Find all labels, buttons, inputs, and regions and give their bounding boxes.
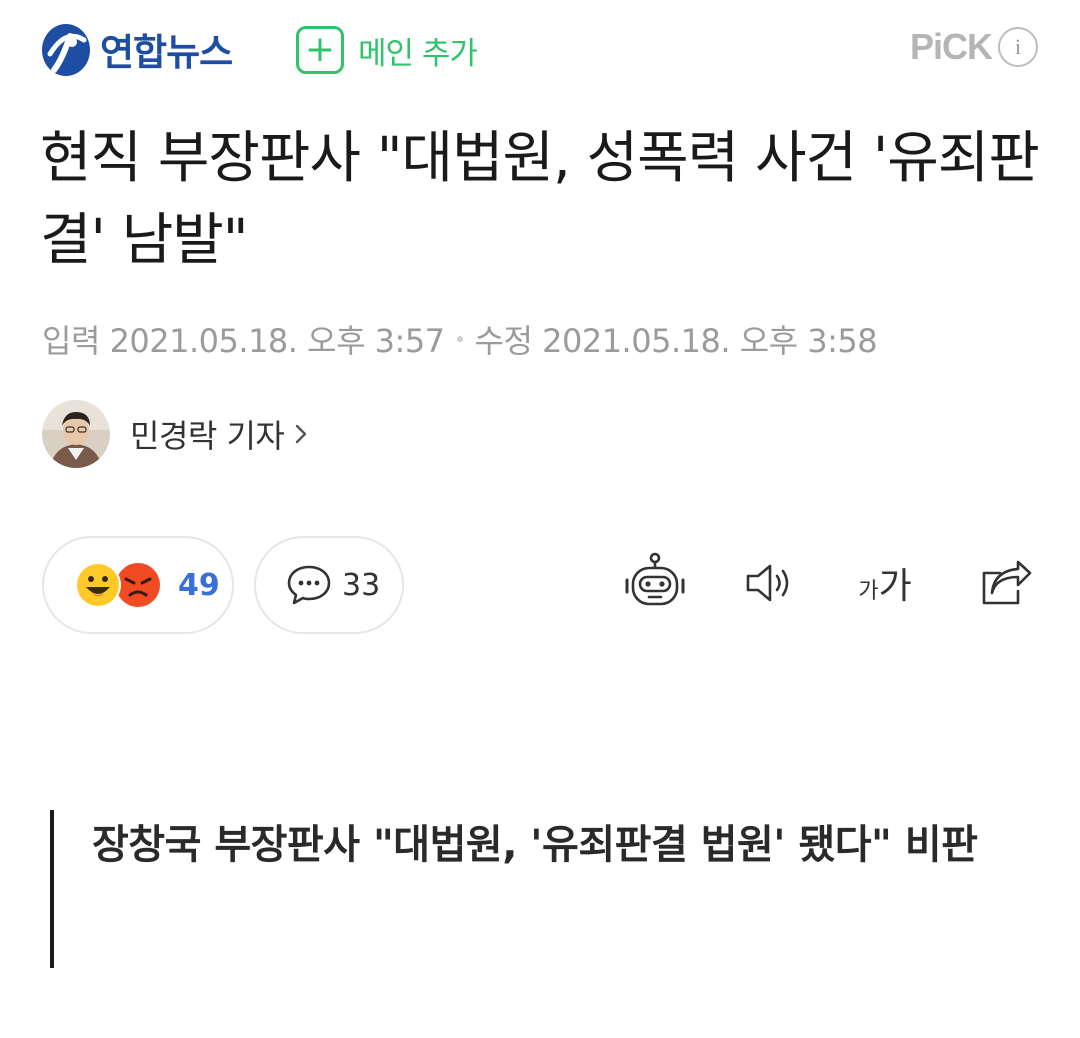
comment-count: 33	[342, 567, 381, 603]
dateline: 입력 2021.05.18. 오후 3:57 수정 2021.05.18. 오후…	[42, 316, 878, 362]
pick-badge[interactable]: PiCK i	[910, 26, 1038, 68]
yonhap-logo-icon	[42, 24, 90, 76]
modified-label: 수정	[474, 322, 533, 360]
speech-bubble-icon	[287, 565, 331, 605]
share-icon	[982, 560, 1032, 605]
brand-logo[interactable]: 연합뉴스	[40, 20, 233, 78]
angry-emoji-icon	[116, 563, 160, 607]
reporter-avatar	[42, 400, 110, 468]
article-subheadline: 장창국 부장판사 "대법원, '유죄판결 법원' 됐다" 비판	[50, 810, 990, 968]
brand-name: 연합뉴스	[100, 31, 233, 74]
add-main-label: 메인 추가	[358, 35, 478, 72]
summary-bot-button[interactable]	[618, 548, 692, 618]
font-big-glyph: 가	[878, 566, 912, 607]
share-button[interactable]	[975, 548, 1035, 618]
top-bar: 연합뉴스 + 메인 추가 PiCK i	[0, 0, 1080, 100]
font-small-glyph: 가	[858, 579, 879, 604]
add-to-main-button[interactable]: + 메인 추가	[296, 26, 478, 74]
read-aloud-button[interactable]	[740, 548, 800, 618]
modified-time: 2021.05.18. 오후 3:58	[542, 322, 878, 360]
reporter-name: 민경락 기자	[130, 417, 285, 455]
pick-label: PiCK	[909, 26, 993, 67]
plus-icon: +	[296, 26, 344, 74]
robot-summary-icon	[625, 552, 685, 606]
chevron-right-icon	[296, 424, 307, 444]
comment-button[interactable]: 33	[254, 536, 404, 634]
font-size-icon: 가가	[858, 557, 911, 609]
info-icon[interactable]: i	[998, 27, 1038, 67]
separator-dot	[456, 336, 463, 342]
font-size-button[interactable]: 가가	[850, 548, 920, 618]
smile-emoji-icon	[75, 562, 121, 608]
reaction-count: 49	[178, 567, 220, 603]
reporter-link[interactable]: 민경락 기자	[42, 400, 308, 468]
input-label: 입력	[42, 322, 100, 360]
reaction-emojis	[75, 562, 160, 608]
reaction-button[interactable]: 49	[42, 536, 234, 634]
article-title: 현직 부장판사 "대법원, 성폭력 사건 '유죄판결' 남발"	[40, 126, 1040, 273]
speaker-icon	[746, 564, 789, 602]
input-time: 2021.05.18. 오후 3:57	[109, 322, 445, 360]
